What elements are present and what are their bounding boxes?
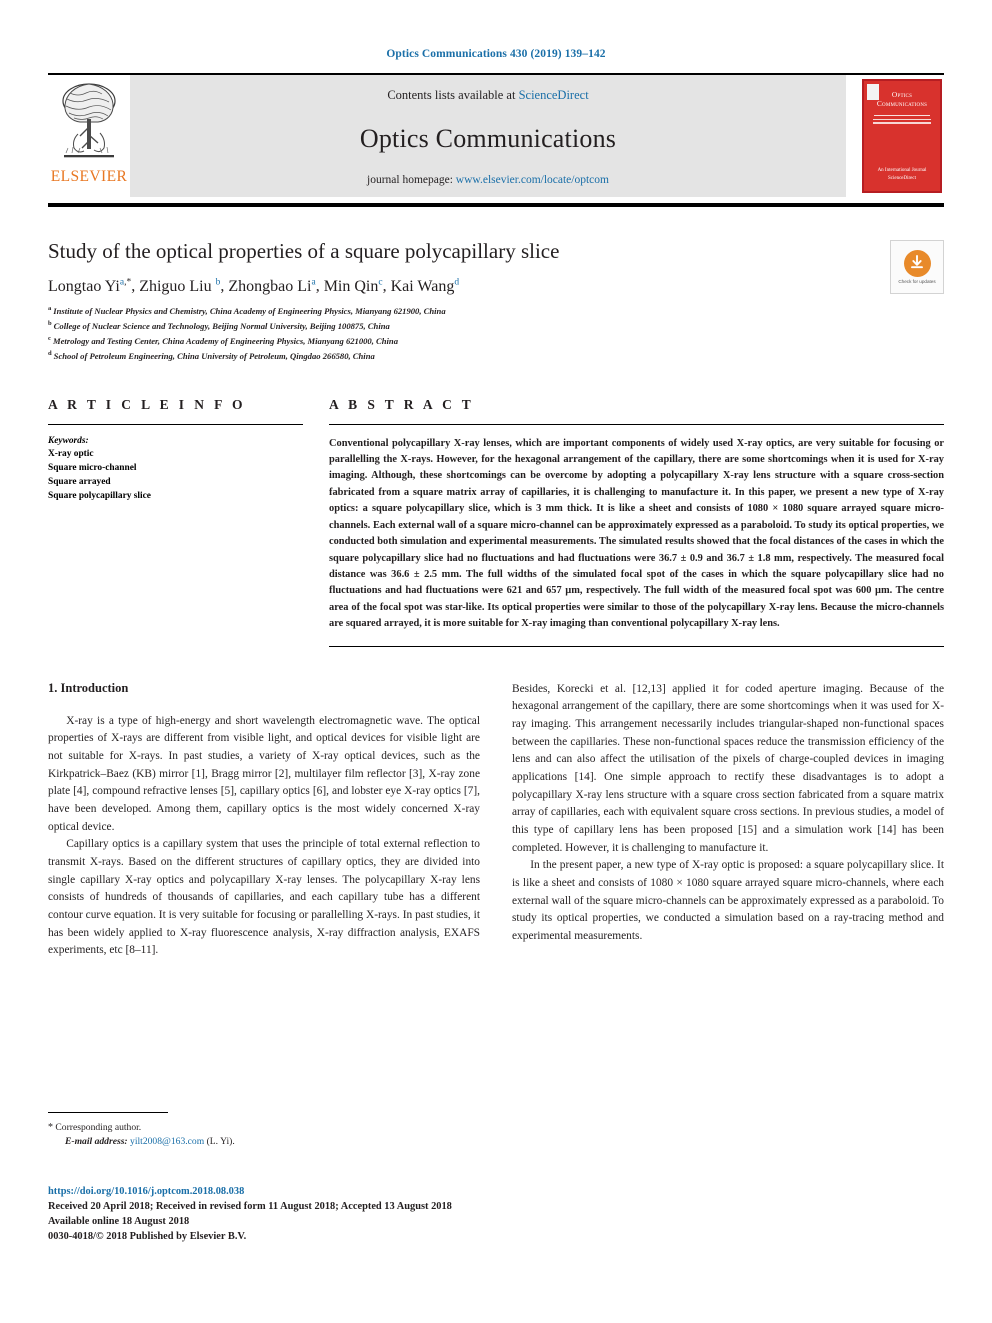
section-heading-introduction: 1. Introduction bbox=[48, 680, 129, 695]
cover-text-lines bbox=[873, 118, 931, 124]
abstract-rule bbox=[329, 423, 944, 425]
author-name: Zhongbao Li bbox=[228, 277, 312, 295]
author-name: Longtao Yi bbox=[48, 277, 120, 295]
abstract-heading: A B S T R A C T bbox=[329, 396, 475, 412]
corresponding-text: Corresponding author. bbox=[55, 1122, 142, 1133]
copyright-line: 0030-4018/© 2018 Published by Elsevier B… bbox=[48, 1231, 247, 1243]
affiliation-item: a Institute of Nuclear Physics and Chemis… bbox=[48, 304, 944, 319]
affiliation-item: d School of Petroleum Engineering, China … bbox=[48, 349, 944, 364]
affiliation-text: School of Petroleum Engineering, China U… bbox=[53, 350, 375, 361]
keyword-item: Square polycapillary slice bbox=[48, 490, 151, 501]
article-info-rule bbox=[48, 423, 303, 425]
journal-cover-thumbnail: Optics Communications An International J… bbox=[860, 75, 944, 197]
journal-homepage-link[interactable]: www.elsevier.com/locate/optcom bbox=[456, 174, 609, 186]
keyword-item: Square micro-channel bbox=[48, 462, 137, 473]
crossmark-badge[interactable]: Check for updates bbox=[890, 240, 944, 294]
journal-homepage-line: journal homepage: www.elsevier.com/locat… bbox=[367, 174, 609, 186]
cover-corner-mark bbox=[867, 84, 879, 100]
affiliation-mark: c bbox=[48, 334, 51, 342]
journal-article-page: Optics Communications 430 (2019) 139–142 bbox=[0, 0, 992, 1323]
footnote-block: * Corresponding author. E-mail address: … bbox=[48, 1112, 478, 1150]
journal-title: Optics Communications bbox=[359, 123, 617, 153]
author-item: Zhiguo Liu b bbox=[139, 277, 221, 295]
body-column-right: Besides, Korecki et al. [12,13] applied … bbox=[512, 681, 944, 960]
email-suffix: (L. Yi). bbox=[206, 1136, 235, 1148]
author-affil-mark: b bbox=[215, 277, 221, 288]
contents-lists-prefix: Contents lists available at bbox=[387, 88, 519, 102]
cover-footer-line1: An International Journal bbox=[877, 168, 927, 173]
paragraph: Capillary optics is a capillary system t… bbox=[48, 838, 480, 957]
author-name: Zhiguo Liu bbox=[139, 277, 212, 295]
author-item: Kai Wangd bbox=[390, 277, 460, 295]
journal-homepage-prefix: journal homepage: bbox=[367, 174, 456, 186]
cover-footer-line2: ScienceDirect bbox=[887, 175, 917, 181]
elsevier-wordmark: ELSEVIER bbox=[50, 168, 128, 185]
info-abstract-row: A R T I C L E I N F O Keywords: X-ray op… bbox=[48, 397, 944, 647]
doi-link[interactable]: https://doi.org/10.1016/j.optcom.2018.08… bbox=[48, 1186, 648, 1197]
author-affil-mark: d bbox=[454, 277, 460, 288]
cover-divider bbox=[874, 114, 930, 116]
affiliation-text: Institute of Nuclear Physics and Chemist… bbox=[53, 306, 446, 317]
paragraph: X-ray is a type of high-energy and short… bbox=[48, 714, 480, 833]
keyword-item: X-ray optic bbox=[48, 448, 94, 459]
title-block: Study of the optical properties of a squ… bbox=[48, 238, 944, 364]
sciencedirect-link[interactable]: ScienceDirect bbox=[519, 88, 589, 102]
affiliation-list: a Institute of Nuclear Physics and Chemis… bbox=[48, 304, 944, 363]
author-affil-mark: c bbox=[378, 277, 383, 288]
footnote-rule bbox=[48, 1112, 168, 1113]
corresponding-marker: * bbox=[48, 1122, 53, 1133]
corresponding-author-note: * Corresponding author. bbox=[48, 1120, 478, 1135]
author-item: Longtao Yia,* bbox=[48, 277, 132, 295]
masthead-center: Contents lists available at ScienceDirec… bbox=[130, 75, 846, 197]
corresponding-author-mark: ,* bbox=[124, 277, 132, 288]
email-link[interactable]: yilt2008@163.com bbox=[130, 1136, 204, 1147]
email-note: E-mail address: yilt2008@163.com (L. Yi)… bbox=[48, 1135, 478, 1149]
footer-block: https://doi.org/10.1016/j.optcom.2018.08… bbox=[48, 1186, 648, 1244]
contents-lists-line: Contents lists available at ScienceDirec… bbox=[387, 88, 588, 103]
affiliation-item: b College of Nuclear Science and Technolo… bbox=[48, 319, 944, 334]
keyword-item: Square arrayed bbox=[48, 476, 111, 487]
cover-footer: An International Journal ScienceDirect bbox=[864, 167, 940, 182]
journal-masthead: ELSEVIER Contents lists available at Sci… bbox=[48, 73, 944, 197]
affiliation-mark: b bbox=[48, 320, 52, 328]
affiliation-item: c Metrology and Testing Center, China Aca… bbox=[48, 334, 944, 349]
affiliation-text: College of Nuclear Science and Technolog… bbox=[53, 321, 390, 332]
article-info-heading: A R T I C L E I N F O bbox=[48, 396, 246, 412]
paragraph: In the present paper, a new type of X-ra… bbox=[512, 859, 944, 943]
elsevier-tree-icon bbox=[62, 83, 116, 158]
received-dates: Received 20 April 2018; Received in revi… bbox=[48, 1201, 452, 1212]
affiliation-mark: d bbox=[48, 349, 52, 357]
page-title: Study of the optical properties of a squ… bbox=[48, 239, 560, 263]
running-head: Optics Communications 430 (2019) 139–142 bbox=[386, 48, 606, 60]
email-label: E-mail address: bbox=[65, 1136, 128, 1148]
elsevier-logo: ELSEVIER bbox=[48, 75, 130, 197]
masthead-bottom-rule bbox=[48, 203, 944, 207]
crossmark-label: Check for updates bbox=[898, 278, 936, 284]
affiliation-mark: a bbox=[48, 305, 52, 313]
abstract-text: Conventional polycapillary X-ray lenses,… bbox=[329, 437, 944, 630]
author-affil-mark: a bbox=[311, 277, 316, 288]
download-arrow-icon bbox=[911, 255, 923, 269]
article-info-column: A R T I C L E I N F O Keywords: X-ray op… bbox=[48, 397, 303, 647]
journal-cover-art: Optics Communications An International J… bbox=[862, 79, 942, 193]
keywords-label: Keywords: bbox=[48, 435, 89, 446]
author-name: Kai Wang bbox=[390, 277, 455, 295]
body-columns: 1. Introduction X-ray is a type of high-… bbox=[48, 681, 944, 960]
abstract-bottom-rule bbox=[329, 645, 944, 647]
cover-journal-name-line2: Communications bbox=[876, 99, 928, 109]
abstract-column: A B S T R A C T Conventional polycapilla… bbox=[329, 397, 944, 647]
author-list: Longtao Yia,*, Zhiguo Liu b, Zhongbao Li… bbox=[48, 277, 460, 295]
author-name: Min Qin bbox=[323, 277, 379, 295]
crossmark-icon bbox=[903, 249, 931, 277]
author-item: Zhongbao Lia bbox=[228, 277, 316, 295]
author-item: Min Qinc bbox=[323, 277, 383, 295]
paragraph: Besides, Korecki et al. [12,13] applied … bbox=[512, 682, 944, 854]
affiliation-text: Metrology and Testing Center, China Acad… bbox=[52, 335, 398, 346]
available-online: Available online 18 August 2018 bbox=[48, 1216, 190, 1228]
body-column-left: 1. Introduction X-ray is a type of high-… bbox=[48, 681, 480, 960]
